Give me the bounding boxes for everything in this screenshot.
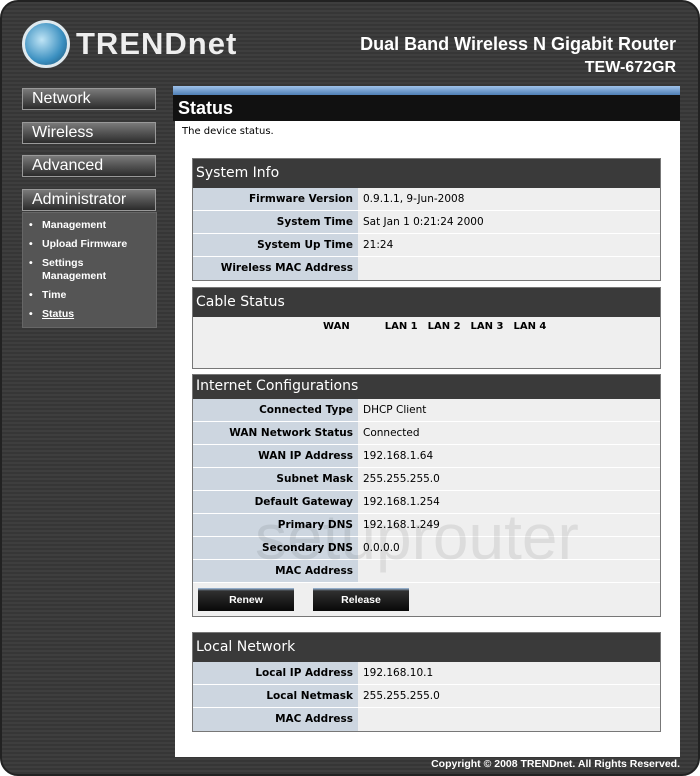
row-label: MAC Address [193,708,358,731]
trendnet-logo: TRENDnet [22,20,237,68]
nav-advanced[interactable]: Advanced [22,155,156,177]
row-value [358,560,363,582]
product-name: Dual Band Wireless N Gigabit Router [360,34,676,54]
administrator-submenu: Management Upload Firmware Settings Mana… [22,212,157,328]
section-title: Internet Configurations [193,375,660,399]
row-value: 255.255.255.0 [363,690,440,702]
table-row: System Up Time 21:24 [193,234,660,257]
product-info: Dual Band Wireless N Gigabit Router TEW-… [360,32,676,80]
row-value: 192.168.1.64 [363,450,434,462]
table-row: Local IP Address 192.168.10.1 [193,662,660,685]
row-value: Connected [363,427,420,439]
table-row: System Time Sat Jan 1 0:21:24 2000 [193,211,660,234]
row-value: Sat Jan 1 0:21:24 2000 [363,216,484,228]
row-label: Local Netmask [193,685,358,707]
table-row: Wireless MAC Address [193,257,660,280]
row-label: Default Gateway [193,491,358,513]
section-title: Local Network [193,633,660,662]
cable-ports: WAN LAN 1 LAN 2 LAN 3 LAN 4 [193,317,660,368]
row-label: MAC Address [193,560,358,582]
row-label: Subnet Mask [193,468,358,490]
table-row: Subnet Mask 255.255.255.0 [193,468,660,491]
row-label: WAN Network Status [193,422,358,444]
submenu-label: Management [42,219,107,231]
row-label: Primary DNS [193,514,358,536]
page-description: The device status. [182,126,274,137]
table-row: Local Netmask 255.255.255.0 [193,685,660,708]
section-title: System Info [193,159,660,188]
table-row: Connected Type DHCP Client [193,399,660,422]
row-value: 192.168.1.249 [363,519,440,531]
row-value [358,708,363,731]
row-label: Local IP Address [193,662,358,684]
row-value: DHCP Client [363,404,427,416]
submenu-label: Status [42,308,75,320]
title-accent-bar [173,86,680,95]
page-title: Status [173,95,680,121]
port-lan2: LAN 2 [427,321,461,332]
logo-icon [22,20,70,68]
table-row: WAN IP Address 192.168.1.64 [193,445,660,468]
copyright: Copyright © 2008 TRENDnet. All Rights Re… [431,758,680,770]
submenu-label: Upload Firmware [42,238,128,250]
submenu-management[interactable]: Management [29,219,156,232]
table-row: MAC Address [193,560,660,583]
row-value: 21:24 [363,239,394,251]
submenu-label: Time [42,289,67,301]
row-label: System Up Time [193,234,358,256]
row-label: Connected Type [193,399,358,421]
row-label: WAN IP Address [193,445,358,467]
row-value: 0.9.1.1, 9-Jun-2008 [363,193,465,205]
submenu-time[interactable]: Time [29,289,156,302]
row-value [358,257,363,280]
system-info-section: System Info Firmware Version 0.9.1.1, 9-J… [192,158,661,281]
row-value: 192.168.1.254 [363,496,440,508]
table-row: Primary DNS 192.168.1.249 [193,514,660,537]
table-row: WAN Network Status Connected [193,422,660,445]
cable-status-section: Cable Status WAN LAN 1 LAN 2 LAN 3 LAN 4 [192,287,661,369]
row-value: 0.0.0.0 [363,542,400,554]
row-value: 255.255.255.0 [363,473,440,485]
port-wan: WAN [323,321,350,332]
logo-text: TRENDnet [76,26,238,61]
submenu-label: Settings Management [42,257,107,282]
nav-administrator[interactable]: Administrator [22,189,156,211]
nav-wireless[interactable]: Wireless [22,122,156,144]
table-row: Firmware Version 0.9.1.1, 9-Jun-2008 [193,188,660,211]
table-row: MAC Address [193,708,660,731]
port-lan4: LAN 4 [513,321,547,332]
nav-network[interactable]: Network [22,88,156,110]
row-label: Secondary DNS [193,537,358,559]
submenu-settings-management[interactable]: Settings Management [29,257,129,283]
section-title: Cable Status [193,288,660,317]
local-network-section: Local Network Local IP Address 192.168.10… [192,632,661,732]
row-label: System Time [193,211,358,233]
port-lan3: LAN 3 [470,321,504,332]
port-lan1: LAN 1 [384,321,418,332]
internet-config-section: Internet Configurations Connected Type DH… [192,374,661,617]
row-label: Firmware Version [193,188,358,210]
table-row: Default Gateway 192.168.1.254 [193,491,660,514]
row-label: Wireless MAC Address [193,257,358,280]
submenu-upload-firmware[interactable]: Upload Firmware [29,238,156,251]
submenu-status[interactable]: Status [29,308,156,321]
renew-button[interactable]: Renew [198,588,294,611]
row-value: 192.168.10.1 [363,667,434,679]
release-button[interactable]: Release [313,588,409,611]
table-row: Secondary DNS 0.0.0.0 [193,537,660,560]
model-name: TEW-672GR [584,59,676,76]
